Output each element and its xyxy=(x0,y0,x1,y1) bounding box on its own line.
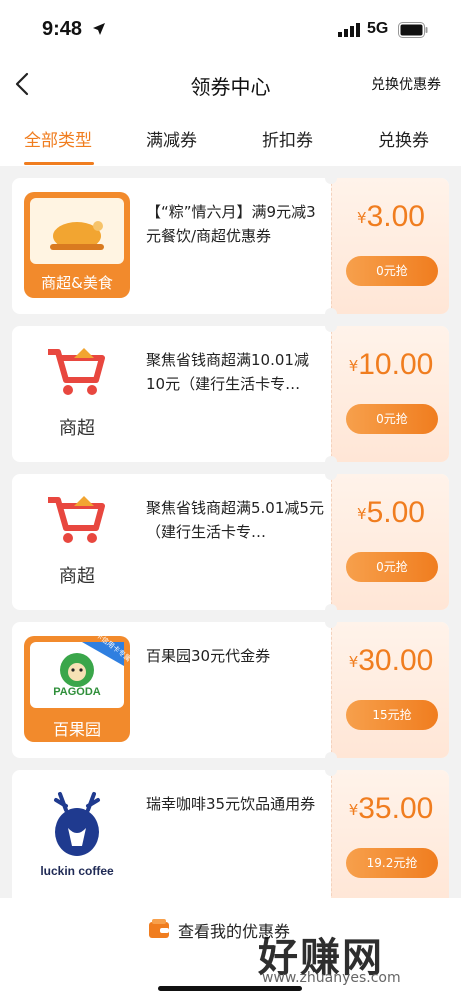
coupon-category-label: 商超 xyxy=(59,566,95,587)
coupon-card[interactable]: luckin coffee 瑞幸咖啡35元饮品通用券 ¥35.00 19.2元抢 xyxy=(12,770,449,906)
coupon-type-tabs: 全部类型 满减券 折扣券 兑换券 xyxy=(0,108,461,166)
pagoda-wordmark: PAGODA xyxy=(53,686,101,698)
coupon-price: ¥35.00 xyxy=(348,792,434,825)
coupon-card[interactable]: 商超 聚焦省钱商超满5.01减5元（建行生活卡专… ¥5.00 0元抢 xyxy=(12,474,449,610)
coupon-card[interactable]: PAGODA 龙卡信用卡专属 百果园 百果园30元代金券 ¥30.00 15元抢 xyxy=(12,622,449,758)
grab-coupon-button[interactable]: 0元抢 xyxy=(346,256,438,286)
battery-icon xyxy=(398,22,428,38)
coupon-card[interactable]: 商超 聚焦省钱商超满10.01减10元（建行生活卡专… ¥10.00 0元抢 xyxy=(12,326,449,462)
coupon-price-panel: ¥10.00 0元抢 xyxy=(325,326,449,462)
coupon-category-label: 商超 xyxy=(59,418,95,439)
coupon-category-label: 商超&美食 xyxy=(41,274,113,292)
grab-coupon-button[interactable]: 0元抢 xyxy=(346,552,438,582)
coupon-price: ¥3.00 xyxy=(357,200,425,233)
coupon-price: ¥5.00 xyxy=(357,496,425,529)
coupon-title: 百果园30元代金券 xyxy=(146,647,271,665)
coupon-price: ¥10.00 xyxy=(348,348,434,381)
coupon-title: 瑞幸咖啡35元饮品通用券 xyxy=(146,795,316,813)
signal-icon xyxy=(338,23,360,37)
wallet-icon xyxy=(149,919,169,938)
grab-coupon-button[interactable]: 0元抢 xyxy=(346,404,438,434)
coupon-price-panel: ¥30.00 15元抢 xyxy=(325,622,449,758)
coupon-price: ¥30.00 xyxy=(348,644,434,677)
home-indicator xyxy=(158,986,302,991)
coupon-title: 聚焦省钱商超满10.01减10元（建行生活卡专… xyxy=(146,351,309,393)
grab-coupon-button[interactable]: 19.2元抢 xyxy=(346,848,438,878)
tab-full-reduction[interactable]: 满减券 xyxy=(146,126,197,151)
network-label: 5G xyxy=(367,20,389,37)
watermark-url: www.zhuanyes.com xyxy=(262,970,401,986)
coupon-title: 【“粽”情六月】满9元减3元餐饮/商超优惠券 xyxy=(146,203,316,245)
coupon-title: 聚焦省钱商超满5.01减5元（建行生活卡专… xyxy=(146,499,324,541)
coupon-category-label: 百果园 xyxy=(52,720,101,739)
tab-exchange[interactable]: 兑换券 xyxy=(378,126,429,151)
redeem-coupon-link[interactable]: 兑换优惠券 xyxy=(371,74,441,94)
grab-coupon-button[interactable]: 15元抢 xyxy=(346,700,438,730)
luckin-deer-icon xyxy=(54,792,100,856)
nav-bar: 领券中心 兑换优惠券 xyxy=(0,60,461,108)
coupon-price-panel: ¥5.00 0元抢 xyxy=(325,474,449,610)
active-tab-indicator xyxy=(24,162,94,165)
coupon-price-panel: ¥3.00 0元抢 xyxy=(325,178,449,314)
tab-all-types[interactable]: 全部类型 xyxy=(24,126,92,151)
shopping-cart-icon xyxy=(48,496,105,543)
coupon-price-panel: ¥35.00 19.2元抢 xyxy=(325,770,449,906)
status-bar: 9:48 5G xyxy=(0,0,461,60)
coupon-card[interactable]: 商超&美食 【“粽”情六月】满9元减3元餐饮/商超优惠券 ¥3.00 0元抢 xyxy=(12,178,449,314)
coupon-category-label: luckin coffee xyxy=(40,864,114,878)
tab-discount[interactable]: 折扣券 xyxy=(262,126,313,151)
shopping-cart-icon xyxy=(48,348,105,395)
status-time: 9:48 xyxy=(42,18,83,40)
location-arrow-icon xyxy=(93,23,105,35)
